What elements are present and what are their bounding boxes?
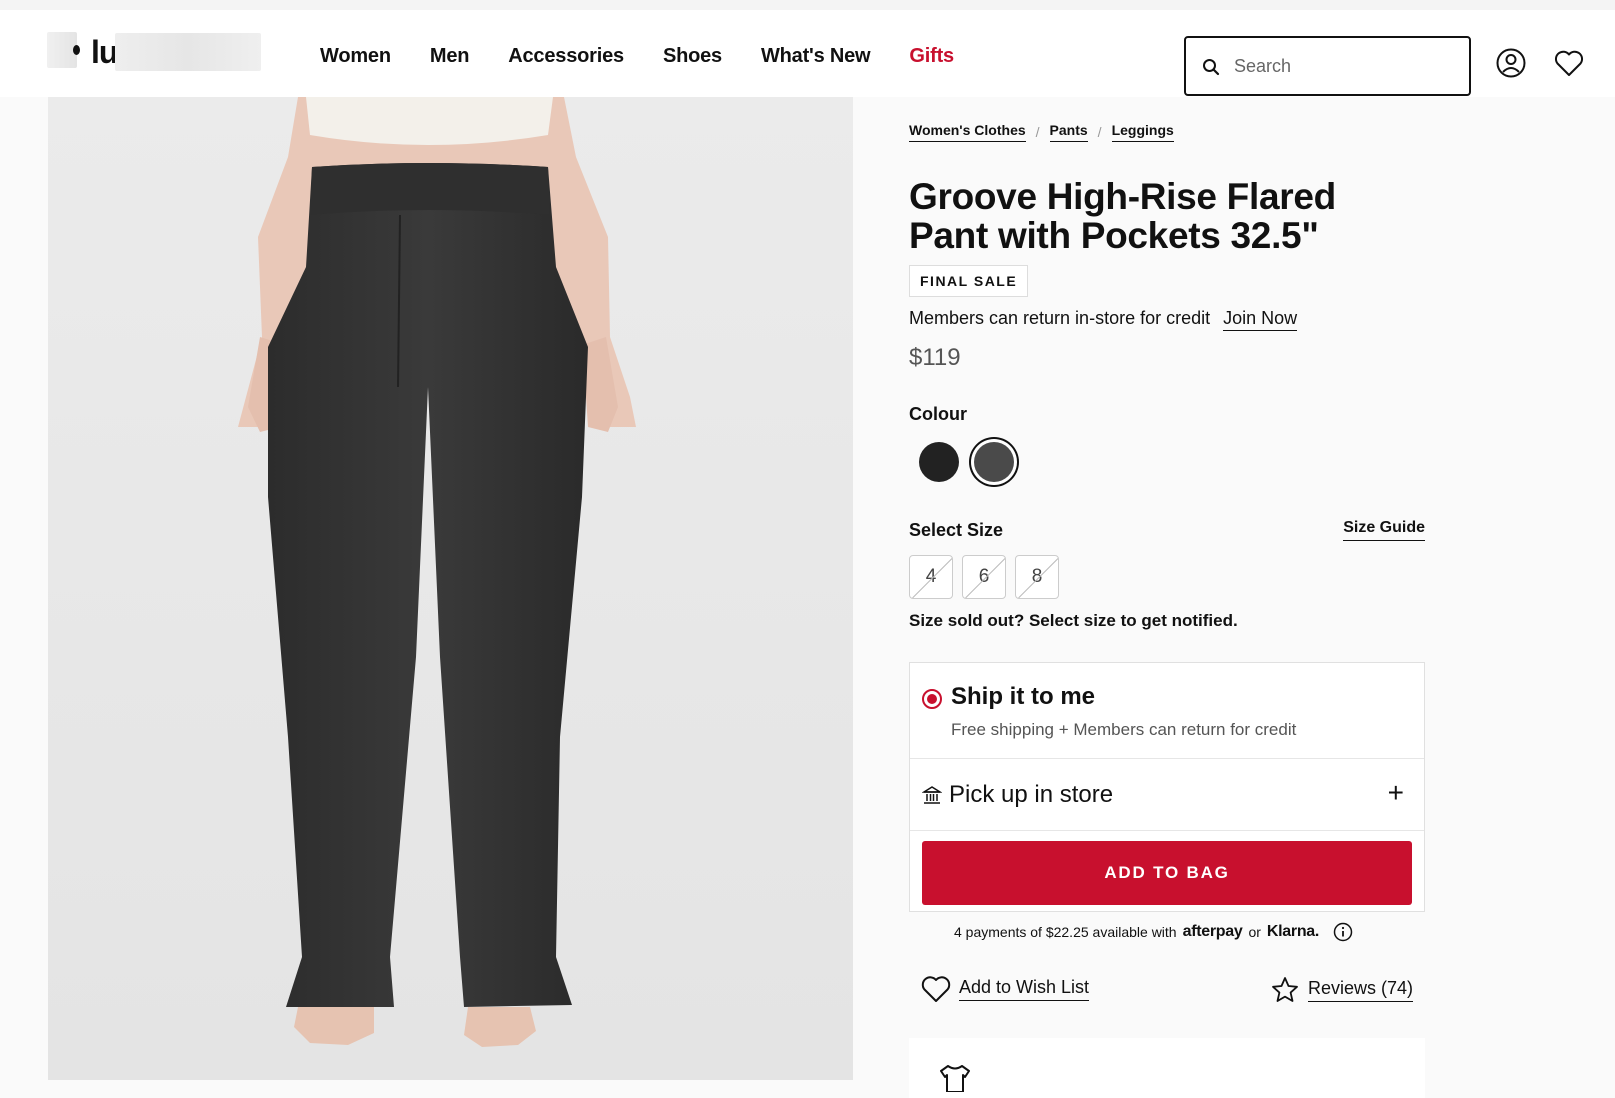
wishlist-label: Add to Wish List bbox=[959, 977, 1090, 1001]
nav-gifts[interactable]: Gifts bbox=[909, 45, 954, 68]
main-nav: Women Men Accessories Shoes What's New G… bbox=[320, 45, 993, 68]
search-input[interactable] bbox=[1234, 52, 1454, 80]
pickup-option[interactable]: Pick up in store + bbox=[910, 759, 1424, 831]
breadcrumb-pants[interactable]: Pants bbox=[1049, 122, 1088, 142]
features-card bbox=[909, 1038, 1425, 1098]
account-icon[interactable] bbox=[1496, 48, 1526, 78]
payment-text: 4 payments of $22.25 available with bbox=[954, 924, 1177, 940]
size-option-6[interactable]: 6 bbox=[962, 555, 1006, 599]
add-to-wishlist-button[interactable]: Add to Wish List bbox=[921, 975, 1090, 1003]
site-header: lu Women Men Accessories Shoes What's Ne… bbox=[0, 10, 1615, 97]
ship-option[interactable]: Ship it to me Free shipping + Members ca… bbox=[910, 663, 1424, 759]
product-title: Groove High-Rise Flared Pant with Pocket… bbox=[909, 176, 1336, 256]
nav-whats-new[interactable]: What's New bbox=[761, 45, 871, 68]
colour-swatch-black[interactable] bbox=[919, 442, 959, 482]
ship-subtitle: Free shipping + Members can return for c… bbox=[951, 720, 1297, 739]
ship-radio-selected[interactable] bbox=[922, 689, 942, 709]
klarna-logo[interactable]: Klarna. bbox=[1267, 923, 1319, 941]
product-price: $119 bbox=[909, 344, 961, 371]
wishlist-heart-icon[interactable] bbox=[1554, 50, 1584, 77]
reviews-label: Reviews (74) bbox=[1307, 978, 1413, 1002]
breadcrumb-womens-clothes[interactable]: Women's Clothes bbox=[909, 122, 1026, 142]
top-strip bbox=[0, 0, 1615, 10]
reviews-link[interactable]: Reviews (74) bbox=[1270, 975, 1413, 1005]
breadcrumb: Women's Clothes / Pants / Leggings bbox=[909, 122, 1174, 142]
logo-mark bbox=[73, 45, 80, 55]
fulfilment-card: Ship it to me Free shipping + Members ca… bbox=[909, 662, 1425, 912]
pickup-title: Pick up in store bbox=[949, 781, 1114, 808]
ship-title: Ship it to me bbox=[951, 683, 1095, 710]
members-return-text: Members can return in-store for credit J… bbox=[909, 308, 1298, 331]
add-to-bag-button[interactable]: ADD TO BAG bbox=[922, 841, 1412, 905]
plus-icon[interactable]: + bbox=[1388, 779, 1404, 807]
join-now-link[interactable]: Join Now bbox=[1223, 308, 1298, 331]
breadcrumb-separator: / bbox=[1097, 124, 1102, 140]
nav-women[interactable]: Women bbox=[320, 45, 391, 68]
members-text: Members can return in-store for credit bbox=[909, 308, 1211, 328]
nav-shoes[interactable]: Shoes bbox=[663, 45, 722, 68]
search-icon bbox=[1203, 59, 1220, 76]
breadcrumb-separator: / bbox=[1035, 124, 1040, 140]
afterpay-logo[interactable]: afterpay bbox=[1183, 923, 1243, 941]
size-option-8[interactable]: 8 bbox=[1015, 555, 1059, 599]
logo-text: lu bbox=[91, 34, 118, 70]
search-box[interactable] bbox=[1184, 36, 1471, 96]
size-guide-link[interactable]: Size Guide bbox=[1343, 519, 1425, 541]
payment-options: 4 payments of $22.25 available with afte… bbox=[954, 922, 1353, 942]
payment-or: or bbox=[1248, 924, 1261, 940]
select-size-label: Select Size bbox=[909, 520, 1004, 540]
size-option-4[interactable]: 4 bbox=[909, 555, 953, 599]
nav-men[interactable]: Men bbox=[430, 45, 470, 68]
colour-swatch-graphite-selected[interactable] bbox=[974, 442, 1014, 482]
size-sold-out-text: Size sold out? Select size to get notifi… bbox=[909, 611, 1238, 630]
nav-accessories[interactable]: Accessories bbox=[508, 45, 624, 68]
final-sale-badge: FINAL SALE bbox=[909, 265, 1029, 297]
breadcrumb-leggings[interactable]: Leggings bbox=[1111, 122, 1174, 142]
logo-blur-right bbox=[115, 33, 261, 71]
product-image[interactable] bbox=[48, 97, 853, 1080]
store-icon bbox=[922, 786, 942, 804]
product-actions: Add to Wish List Reviews (74) bbox=[909, 975, 1425, 1011]
shirt-icon bbox=[940, 1065, 970, 1092]
info-icon[interactable] bbox=[1333, 922, 1353, 942]
heart-icon bbox=[921, 976, 951, 1002]
colour-label: Colour bbox=[909, 404, 967, 424]
logo[interactable]: lu bbox=[47, 32, 261, 71]
product-photo-illustration bbox=[48, 97, 853, 1080]
star-icon bbox=[1272, 977, 1298, 1002]
